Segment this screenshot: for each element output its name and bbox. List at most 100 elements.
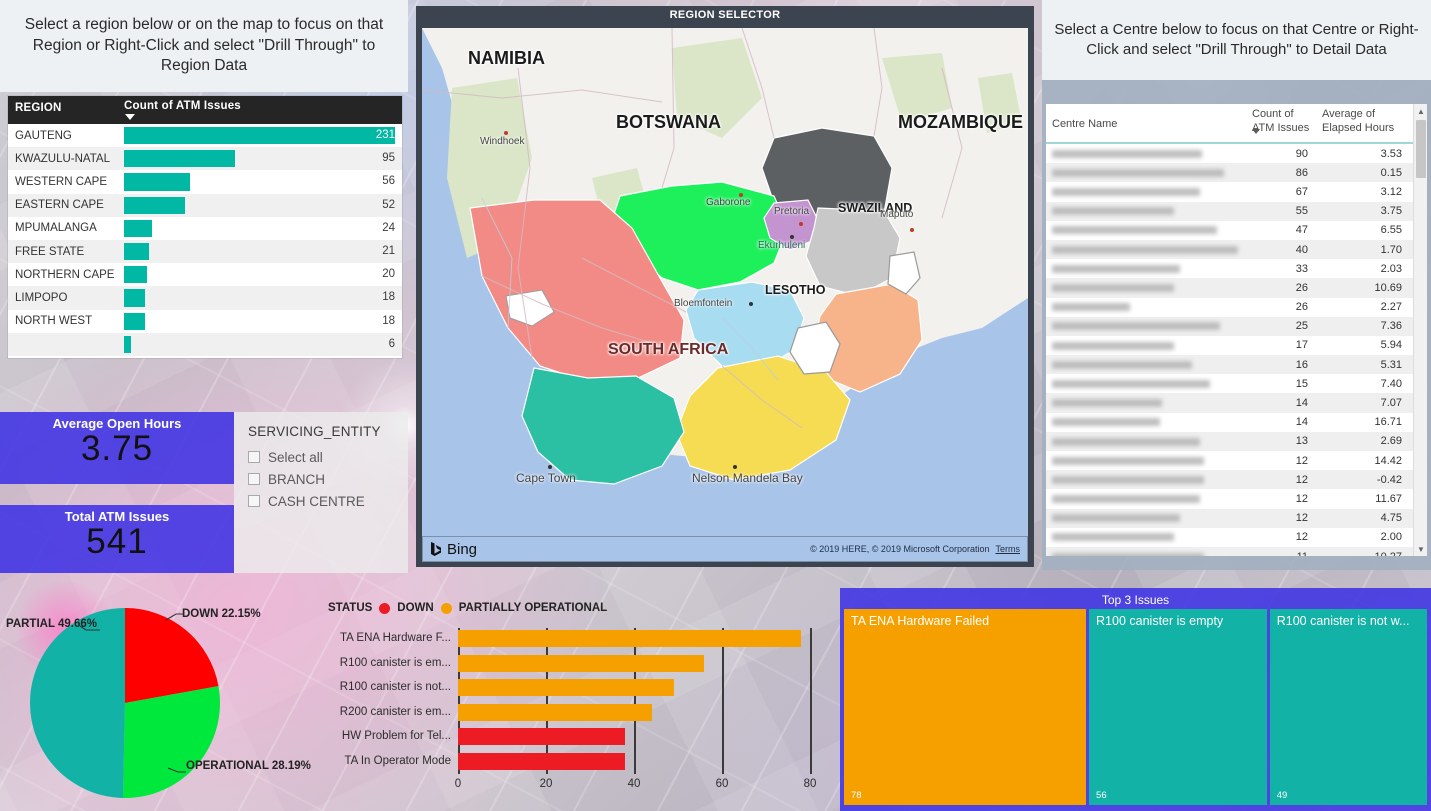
table-row[interactable]: 90 3.53 — [1046, 144, 1427, 163]
kpi-card-total-atm-issues[interactable]: Total ATM Issues 541 — [0, 505, 234, 573]
legend-swatch-down[interactable] — [379, 602, 391, 614]
table-row[interactable]: MPUMALANGA 24 — [8, 217, 402, 240]
scroll-up-icon[interactable]: ▲ — [1414, 104, 1427, 118]
redacted-text — [1052, 552, 1204, 556]
redacted-text — [1052, 303, 1130, 312]
legend-swatch-partially-operational[interactable] — [440, 602, 452, 614]
table-row[interactable]: 13 2.69 — [1046, 431, 1427, 451]
legend-label-partially-operational[interactable]: PARTIALLY OPERATIONAL — [459, 602, 607, 614]
table-row[interactable]: NORTHERN CAPE 20 — [8, 263, 402, 286]
issues-bar-chart[interactable]: STATUS DOWN PARTIALLY OPERATIONAL 0 20 40 6… — [312, 596, 840, 811]
region-name: FREE STATE — [15, 245, 85, 258]
map-graphic[interactable] — [422, 28, 1028, 536]
centre-table[interactable]: Centre Name Count of ATM Issues Average o… — [1046, 104, 1427, 556]
table-row[interactable]: 12 4.75 — [1046, 508, 1427, 528]
servicing-entity-slicer[interactable]: SERVICING_ENTITY Select all BRANCH CASH CE… — [234, 412, 408, 573]
pie-slice-partial[interactable] — [30, 608, 125, 798]
scrollbar-thumb[interactable] — [1416, 120, 1426, 178]
bing-logo[interactable]: Bing — [430, 541, 477, 558]
slicer-item-cash-centre[interactable]: CASH CENTRE — [248, 490, 408, 512]
bar[interactable] — [458, 728, 626, 745]
bar[interactable] — [458, 630, 802, 647]
bar[interactable] — [458, 703, 652, 721]
table-row[interactable]: 14 7.07 — [1046, 393, 1427, 413]
region-bar-cell: 231 — [118, 124, 402, 147]
region-selector-map[interactable]: REGION SELECTOR NAMIBIA BOTSWANA MOZAMBI… — [416, 6, 1034, 567]
bar-row[interactable]: TA ENA Hardware F... — [340, 630, 810, 647]
map-city-nelson-mandela-bay: Nelson Mandela Bay — [692, 471, 803, 485]
bar[interactable] — [458, 752, 626, 770]
kpi-total-atm-issues-value: 541 — [86, 522, 148, 561]
scroll-down-icon[interactable]: ▼ — [1414, 542, 1427, 556]
status-pie-chart[interactable]: DOWN 22.15% PARTIAL 49.66% OPERATIONAL 2… — [0, 580, 330, 811]
region-panel: Select a region below or on the map to f… — [0, 0, 408, 360]
legend-label-down[interactable]: DOWN — [397, 602, 433, 614]
centre-col-name[interactable]: Centre Name — [1046, 104, 1246, 142]
treemap-tile[interactable]: TA ENA Hardware Failed 78 — [844, 609, 1087, 805]
table-row[interactable]: NORTH WEST 18 — [8, 310, 402, 333]
treemap-tile[interactable]: R100 canister is not w... 49 — [1269, 609, 1427, 805]
table-row[interactable]: 1110.27 — [1046, 546, 1427, 556]
table-row[interactable]: 12 -0.42 — [1046, 470, 1427, 490]
table-row[interactable]: 17 5.94 — [1046, 336, 1427, 355]
slicer-item-select-all[interactable]: Select all — [248, 446, 408, 468]
region-bar-cell: 95 — [118, 147, 402, 170]
table-row[interactable]: 55 3.75 — [1046, 201, 1427, 221]
map-attribution-text: © 2019 HERE, © 2019 Microsoft Corporatio… — [810, 544, 990, 554]
map-canvas[interactable]: NAMIBIA BOTSWANA MOZAMBIQUE SWAZILAND LE… — [422, 28, 1028, 536]
bar-row[interactable]: TA In Operator Mode — [344, 752, 810, 770]
table-row[interactable]: 12 2.00 — [1046, 528, 1427, 547]
redacted-text — [1052, 226, 1217, 235]
table-row[interactable]: EASTERN CAPE 52 — [8, 193, 402, 217]
table-row[interactable]: 12 14.42 — [1046, 451, 1427, 470]
table-row[interactable]: 86 0.15 — [1046, 163, 1427, 183]
map-terms-link[interactable]: Terms — [996, 544, 1021, 554]
table-row[interactable]: 26 2.27 — [1046, 298, 1427, 317]
map-attribution: © 2019 HERE, © 2019 Microsoft Corporatio… — [810, 544, 1020, 554]
checkbox-icon[interactable] — [248, 473, 260, 485]
bar[interactable] — [458, 654, 705, 672]
top-3-issues-treemap[interactable]: Top 3 Issues TA ENA Hardware Failed 78 R10… — [840, 588, 1431, 811]
checkbox-icon[interactable] — [248, 451, 260, 463]
table-row[interactable]: LIMPOPO 18 — [8, 286, 402, 310]
centre-col-count[interactable]: Count of ATM Issues — [1246, 104, 1316, 142]
centre-table-scrollbar[interactable]: ▲ ▼ — [1413, 104, 1427, 556]
table-row[interactable]: 25 7.36 — [1046, 316, 1427, 336]
pie-slice-operational[interactable] — [122, 686, 220, 798]
bar-category-label: TA In Operator Mode — [344, 754, 451, 767]
region-bar — [124, 219, 153, 237]
table-row[interactable]: 15 7.40 — [1046, 374, 1427, 393]
table-row[interactable]: 47 6.55 — [1046, 221, 1427, 240]
table-row[interactable]: 40 1.70 — [1046, 239, 1427, 260]
centre-count: 13 — [1295, 435, 1308, 448]
bar-row[interactable]: HW Problem for Tel... — [342, 728, 810, 745]
table-row[interactable]: GAUTENG 231 — [8, 124, 402, 147]
bar-row[interactable]: R100 canister is not... — [340, 679, 810, 696]
bar[interactable] — [458, 679, 674, 696]
region-col-region[interactable]: REGION — [8, 96, 118, 124]
table-row[interactable]: 26 10.69 — [1046, 278, 1427, 298]
table-row[interactable]: 16 5.31 — [1046, 355, 1427, 375]
table-row[interactable]: WESTERN CAPE 56 — [8, 170, 402, 193]
centre-name — [1046, 416, 1246, 428]
region-table[interactable]: REGION Count of ATM Issues GAUTENG 231 KWA… — [8, 96, 402, 358]
centre-count: 90 — [1295, 147, 1308, 160]
centre-count: 12 — [1295, 512, 1308, 525]
kpi-card-average-open-hours[interactable]: Average Open Hours 3.75 — [0, 412, 234, 484]
table-row[interactable]: 12 11.67 — [1046, 489, 1427, 508]
centre-average: 7.40 — [1380, 377, 1402, 390]
table-row[interactable]: KWAZULU-NATAL 95 — [8, 147, 402, 171]
checkbox-icon[interactable] — [248, 495, 260, 507]
treemap-tile[interactable]: R100 canister is empty 56 — [1089, 609, 1267, 805]
table-row[interactable]: FREE STATE 21 — [8, 239, 402, 264]
region-col-count[interactable]: Count of ATM Issues — [118, 96, 402, 124]
slicer-item-branch[interactable]: BRANCH — [248, 468, 408, 490]
table-row[interactable]: 6 — [8, 332, 402, 356]
bar-row[interactable]: R200 canister is em... — [340, 703, 810, 721]
bar-row[interactable]: R100 canister is em... — [340, 654, 810, 672]
table-row[interactable]: 33 2.03 — [1046, 259, 1427, 278]
treemap-tile-label: R100 canister is not w... — [1276, 614, 1410, 628]
table-row[interactable]: 67 3.12 — [1046, 182, 1427, 201]
table-row[interactable]: 14 16.71 — [1046, 413, 1427, 432]
centre-col-average[interactable]: Average of Elapsed Hours — [1316, 104, 1411, 142]
